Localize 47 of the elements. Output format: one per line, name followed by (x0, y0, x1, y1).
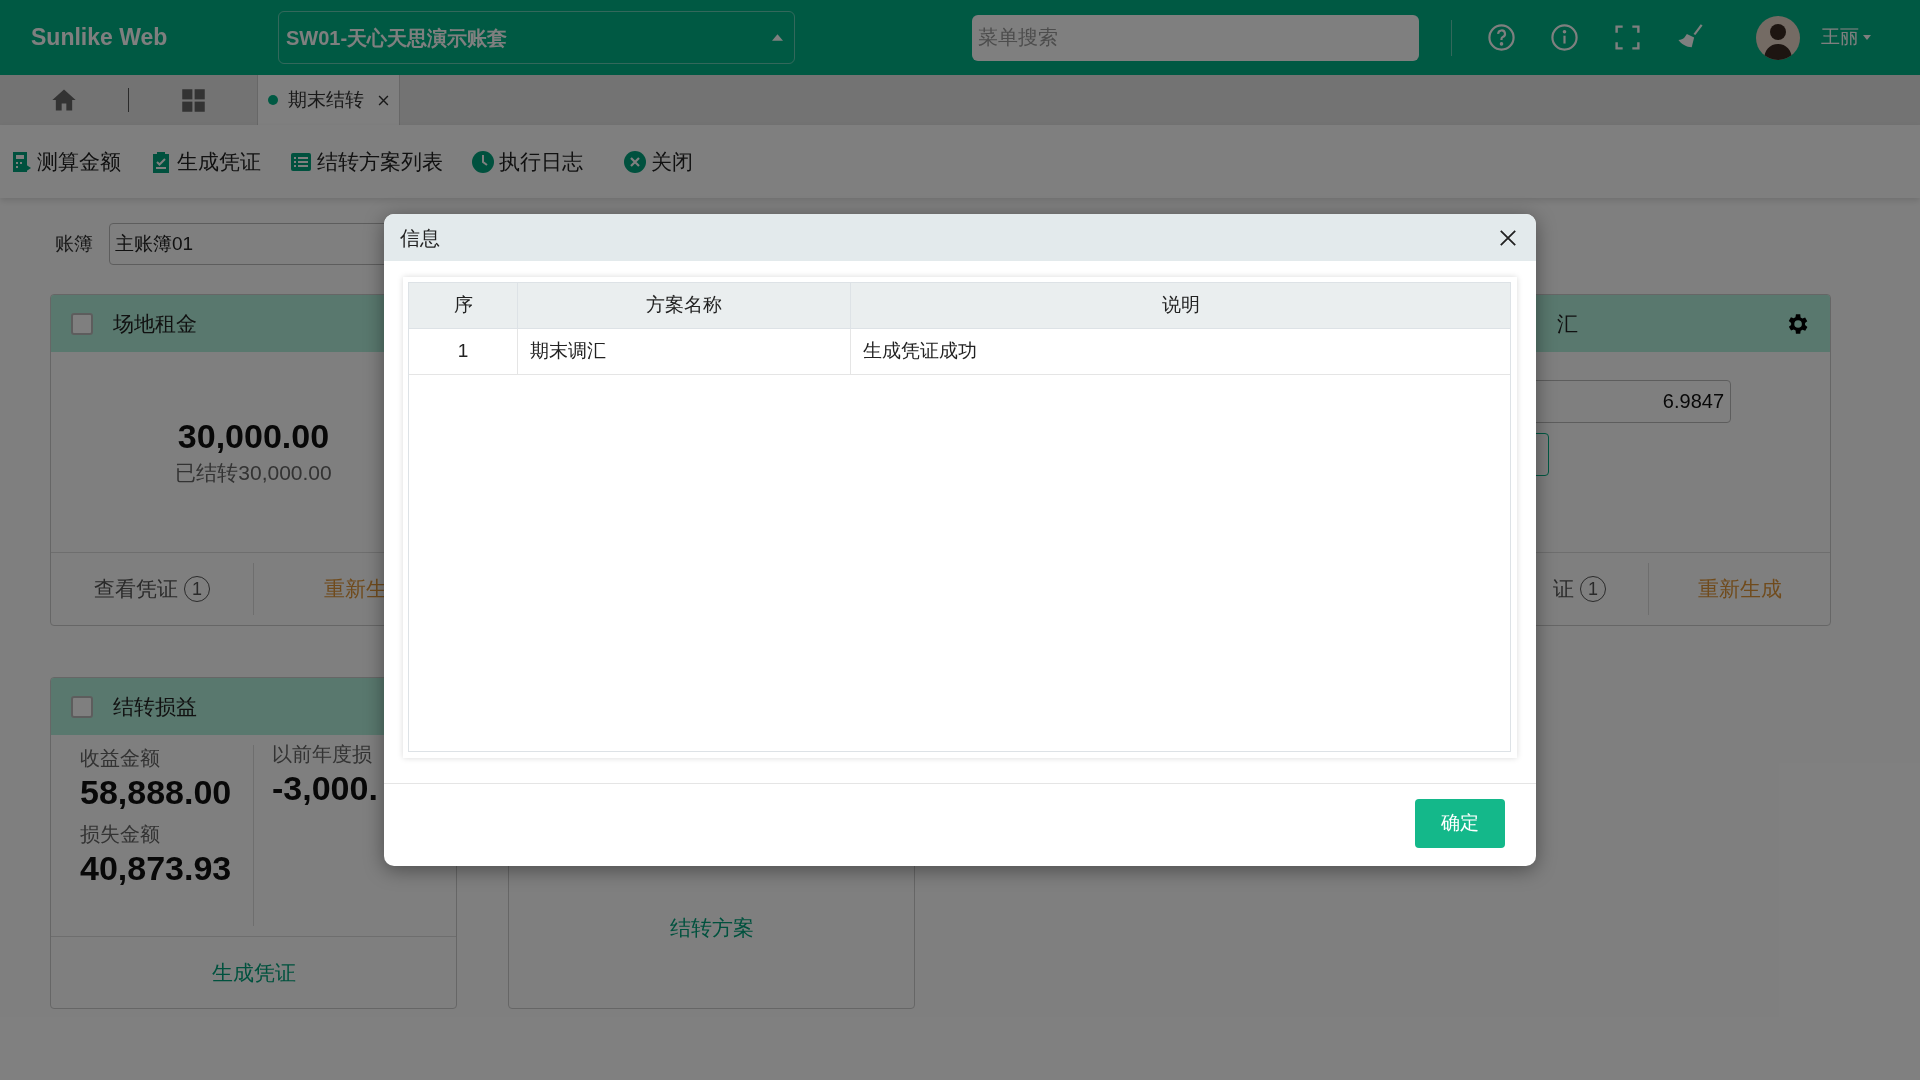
toolbar-button[interactable]: 生成凭证 (149, 145, 261, 178)
action-link[interactable]: 结转方案 (669, 911, 754, 944)
prior-year-value: -3,000. (272, 768, 378, 809)
tab[interactable]: 期末结转 (257, 75, 400, 125)
column-header: 序 (452, 293, 474, 318)
income-value: 58,888.00 (80, 772, 233, 813)
caret-icon (1863, 35, 1871, 40)
action-link[interactable]: 生成凭证 (211, 956, 296, 989)
table-cell: 期末调汇 (517, 329, 850, 374)
income-label: 收益金额 (80, 746, 161, 771)
view-voucher-link[interactable]: 证 1 (1553, 573, 1606, 605)
help-icon[interactable] (1487, 23, 1516, 52)
card-title: 结转损益 (113, 693, 198, 720)
toolbar-button[interactable]: 执行日志 (471, 145, 583, 178)
column-header: 说明 (850, 283, 1510, 328)
ok-button[interactable]: 确定 (1415, 799, 1505, 848)
dialog-title: 信息 (400, 225, 440, 251)
checkbox[interactable] (71, 312, 93, 335)
loss-label: 损失金额 (80, 822, 161, 847)
caret-icon (772, 34, 783, 41)
card-title: 汇 (1557, 310, 1579, 337)
carried-amount: 已结转30,000.00 (175, 460, 332, 487)
user-avatar[interactable] (1756, 15, 1800, 60)
close-icon[interactable] (1499, 228, 1517, 247)
ledger-label: 账簿 (55, 231, 93, 256)
card-title: 场地租金 (113, 310, 198, 337)
table-cell: 生成凭证成功 (850, 329, 1510, 374)
amount-value: 30,000.00 (177, 416, 330, 458)
user-menu[interactable]: 王丽 (1821, 23, 1871, 52)
grid-icon[interactable] (179, 86, 207, 114)
view-voucher-link[interactable]: 查看凭证 1 (94, 573, 210, 605)
column-header: 方案名称 (517, 283, 850, 328)
table-cell-text: 1 (456, 339, 470, 364)
toolbar-button[interactable]: 结转方案列表 (289, 145, 443, 178)
regenerate-link[interactable]: 重新生 (323, 573, 387, 605)
info-icon[interactable] (1550, 23, 1579, 52)
close-icon (623, 149, 647, 174)
prior-year-label: 以前年度损 (272, 742, 373, 767)
fullscreen-icon[interactable] (1613, 23, 1642, 52)
account-dropdown[interactable]: SW01-天心天思演示账套 (278, 11, 795, 64)
checkbox[interactable] (71, 695, 93, 718)
toolbar-button[interactable]: 测算金额 (9, 145, 121, 178)
app-logo: Sunlike Web (31, 23, 169, 53)
loss-value: 40,873.93 (80, 848, 233, 889)
regenerate-link[interactable]: 重新生成 (1697, 573, 1782, 605)
toolbar-button[interactable]: 关闭 (623, 145, 693, 178)
clock-icon (471, 149, 495, 174)
